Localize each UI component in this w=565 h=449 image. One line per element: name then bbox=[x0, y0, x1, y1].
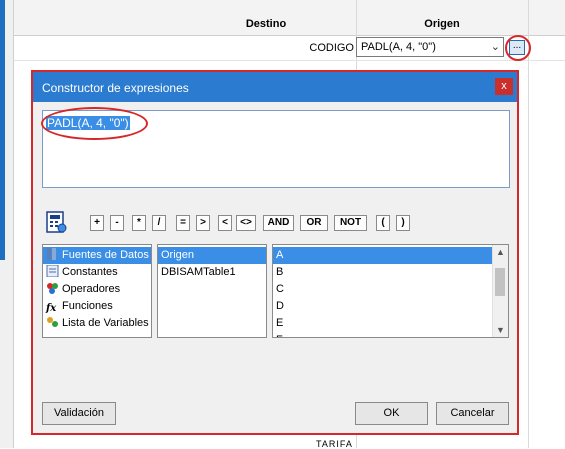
field-item[interactable]: D bbox=[273, 298, 508, 315]
close-button[interactable]: x bbox=[495, 78, 513, 95]
constants-icon bbox=[46, 265, 59, 277]
category-label: Funciones bbox=[62, 300, 113, 312]
category-item-constantes[interactable]: Constantes bbox=[43, 264, 151, 281]
field-item[interactable]: F bbox=[273, 332, 508, 337]
datasource-item[interactable]: Origen bbox=[158, 247, 266, 264]
header-destino[interactable]: Destino bbox=[176, 0, 356, 35]
category-label: Lista de Variables bbox=[62, 317, 149, 329]
chevron-down-icon[interactable]: ⌄ bbox=[491, 40, 500, 53]
operator-plus-button[interactable]: + bbox=[90, 215, 104, 231]
category-item-funciones[interactable]: fx Funciones bbox=[43, 298, 151, 315]
grid-divider bbox=[528, 0, 529, 448]
category-item-operadores[interactable]: Operadores bbox=[43, 281, 151, 298]
operator-not-button[interactable]: NOT bbox=[334, 215, 367, 231]
category-item-fuentes[interactable]: Fuentes de Datos bbox=[43, 247, 151, 264]
left-panel-accent bbox=[0, 0, 5, 260]
cancel-button[interactable]: Cancelar bbox=[436, 402, 509, 425]
calculator-icon bbox=[46, 211, 67, 233]
operator-and-button[interactable]: AND bbox=[263, 215, 294, 231]
field-item[interactable]: A bbox=[273, 247, 493, 264]
operator-close-paren-button[interactable]: ) bbox=[396, 215, 410, 231]
expression-builder-dialog: Constructor de expresiones x PADL(A, 4, … bbox=[31, 70, 519, 435]
destino-cell-codigo: CODIGO bbox=[309, 42, 354, 54]
datasource-item[interactable]: DBISAMTable1 bbox=[158, 264, 266, 281]
operator-minus-button[interactable]: - bbox=[110, 215, 124, 231]
dialog-title: Constructor de expresiones bbox=[42, 81, 189, 95]
category-item-variables[interactable]: Lista de Variables bbox=[43, 315, 151, 332]
scroll-up-icon[interactable]: ▲ bbox=[493, 247, 508, 257]
origen-combo[interactable]: PADL(A, 4, "0") ⌄ bbox=[356, 37, 504, 57]
operator-notequal-button[interactable]: <> bbox=[236, 215, 256, 231]
ok-button[interactable]: OK bbox=[355, 402, 428, 425]
operator-or-button[interactable]: OR bbox=[300, 215, 328, 231]
category-label: Operadores bbox=[62, 283, 121, 295]
operator-multiply-button[interactable]: * bbox=[132, 215, 146, 231]
grid-row-line bbox=[14, 60, 565, 61]
expression-editor[interactable]: PADL(A, 4, "0") bbox=[41, 107, 510, 188]
origen-combo-value: PADL(A, 4, "0") bbox=[361, 41, 436, 53]
datasource-icon bbox=[47, 248, 56, 260]
field-item[interactable]: C bbox=[273, 281, 508, 298]
highlight-circle bbox=[505, 35, 531, 61]
header-origen[interactable]: Origen bbox=[356, 0, 528, 35]
dialog-titlebar[interactable]: Constructor de expresiones x bbox=[33, 72, 517, 102]
operator-greater-button[interactable]: > bbox=[196, 215, 210, 231]
scrollbar-thumb[interactable] bbox=[495, 268, 505, 296]
grid-header: Destino Origen bbox=[14, 0, 565, 36]
field-list-scrollbar[interactable]: ▲ ▼ bbox=[492, 245, 508, 337]
highlight-circle bbox=[41, 107, 148, 140]
scroll-down-icon[interactable]: ▼ bbox=[493, 325, 508, 335]
category-label: Fuentes de Datos bbox=[62, 249, 149, 261]
datasource-list[interactable]: Origen DBISAMTable1 bbox=[157, 244, 267, 338]
operator-open-paren-button[interactable]: ( bbox=[376, 215, 390, 231]
operators-icon bbox=[47, 283, 58, 294]
validate-button[interactable]: Validación bbox=[42, 402, 116, 425]
field-item[interactable]: E bbox=[273, 315, 508, 332]
variables-icon bbox=[47, 317, 58, 327]
operator-less-button[interactable]: < bbox=[218, 215, 232, 231]
operator-divide-button[interactable]: / bbox=[152, 215, 166, 231]
category-label: Constantes bbox=[62, 266, 118, 278]
category-list[interactable]: Fuentes de Datos Constantes Operadores f… bbox=[42, 244, 152, 338]
function-icon: fx bbox=[46, 303, 57, 314]
field-list[interactable]: A B C D E F ▲ ▼ bbox=[272, 244, 509, 338]
field-item[interactable]: B bbox=[273, 264, 508, 281]
operator-equals-button[interactable]: = bbox=[176, 215, 190, 231]
